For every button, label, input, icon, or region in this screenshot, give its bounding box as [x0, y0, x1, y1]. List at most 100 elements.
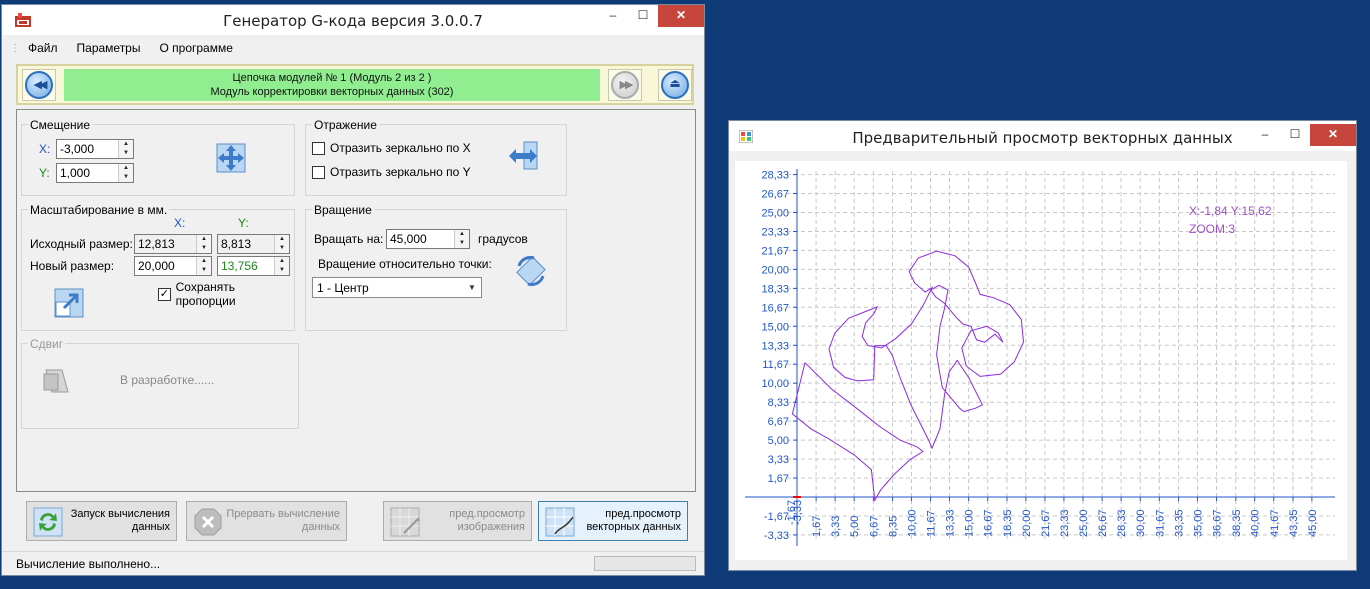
offset-x-label: X: — [39, 142, 51, 156]
mirror-icon[interactable] — [506, 139, 540, 173]
x-tick-label: 16,67 — [983, 509, 995, 537]
menu-file[interactable]: Файл — [28, 41, 58, 55]
new-y-input[interactable]: 13,756 ▲ ▼ — [217, 256, 290, 276]
orig-size-label: Исходный размер: — [30, 237, 133, 251]
orig-y-input[interactable]: 8,813 ▲ ▼ — [217, 234, 290, 254]
zoom-level: ZOOM:3 — [1189, 222, 1236, 236]
mirror-y-box[interactable] — [312, 165, 325, 179]
x-tick-label: 3,33 — [830, 516, 842, 537]
x-tick-label: 1,67 — [811, 516, 823, 537]
module-chain-line1: Цепочка модулей № 1 (Модуль 2 из 2 ) — [232, 72, 432, 84]
offset-x-stepper[interactable]: ▲ ▼ — [118, 140, 133, 158]
main-window: Генератор G-кода версия 3.0.0.7 – ☐ ✕ ⋮ … — [1, 4, 705, 576]
shear-icon — [43, 369, 69, 393]
y-tick-label: 1,67 — [768, 473, 789, 485]
rotate-angle-input[interactable]: 45,000 ▲ ▼ — [386, 229, 470, 249]
cursor-coords: X:-1,84 Y:15,62 — [1189, 204, 1272, 218]
eject-module-button[interactable]: ⏏ — [658, 69, 692, 101]
x-tick-label: 21,67 — [1040, 509, 1052, 537]
module-chain-bar: ◀◀ Цепочка модулей № 1 (Модуль 2 из 2 ) … — [16, 64, 694, 105]
new-y-stepper[interactable]: ▲ ▼ — [274, 257, 289, 275]
stop-calculation-button[interactable]: Прервать вычисление данных — [186, 501, 347, 541]
chevron-down-icon[interactable]: ▼ — [463, 278, 481, 297]
offset-group: Смещение X: -3,000 ▲ ▼ Y: 1,000 ▲ ▼ — [21, 118, 295, 196]
start-calculation-button[interactable]: Запуск вычисления данных — [26, 501, 177, 541]
rotate-point-select[interactable]: 1 - Центр ▼ — [312, 277, 482, 298]
x-tick-label: 11,67 — [926, 510, 938, 537]
y-tick-label: -3,33 — [764, 530, 789, 542]
shift-placeholder: В разработке...... — [120, 373, 215, 387]
y-tick-label: 6,67 — [768, 416, 789, 428]
x-tick-label: 28,33 — [1116, 509, 1128, 537]
menu-about[interactable]: О программе — [159, 41, 232, 55]
menu-grip-icon: ⋮ — [10, 42, 20, 54]
preview-titlebar[interactable]: Предварительный просмотр векторных данны… — [729, 121, 1356, 151]
x-tick-label: 25,00 — [1078, 509, 1090, 537]
x-tick-label: 36,67 — [1212, 509, 1224, 537]
mirror-legend: Отражение — [312, 118, 379, 132]
preview-vector-button[interactable]: пред.просмотр векторных данных — [538, 501, 688, 541]
preview-minimize-button[interactable]: – — [1250, 124, 1280, 146]
offset-y-label: Y: — [39, 166, 50, 180]
x-tick-label: 23,33 — [1059, 509, 1071, 537]
orig-x-stepper[interactable]: ▲ ▼ — [196, 235, 211, 253]
keep-proportions-checkbox[interactable]: ✓ Сохранять пропорции — [158, 280, 294, 308]
prev-module-button[interactable]: ◀◀ — [22, 69, 56, 101]
mirror-x-box[interactable] — [312, 141, 325, 155]
vector-preview-canvas[interactable]: 28,33 26,67 25,00 23,33 21,67 20,00 18,33 16,67… — [735, 161, 1347, 560]
orig-y-stepper[interactable]: ▲ ▼ — [274, 235, 289, 253]
scale-legend: Масштабирование в мм. — [28, 203, 170, 217]
resize-icon[interactable] — [52, 286, 86, 320]
x-tick-label: 13,33 — [945, 509, 957, 537]
vector-plot[interactable]: 28,33 26,67 25,00 23,33 21,67 20,00 18,33 16,67… — [735, 161, 1347, 560]
y-tick-label: 3,33 — [768, 454, 789, 466]
x-tick-label: 38,35 — [1231, 509, 1243, 537]
shift-group: Сдвиг В разработке...... — [21, 337, 299, 429]
orig-x-input[interactable]: 12,813 ▲ ▼ — [134, 234, 212, 254]
rotate-icon[interactable] — [514, 254, 548, 288]
new-size-label: Новый размер: — [30, 259, 115, 273]
mirror-y-checkbox[interactable]: Отразить зеркально по Y — [312, 165, 471, 179]
maximize-button[interactable]: ☐ — [628, 5, 658, 27]
x-tick-label: 41,67 — [1269, 509, 1281, 537]
status-message: Вычисление выполнено... — [16, 557, 161, 571]
y-tick-label: 20,00 — [761, 264, 789, 276]
offset-x-input[interactable]: -3,000 ▲ ▼ — [56, 139, 134, 159]
x-tick-label: 31,67 — [1154, 509, 1166, 537]
offset-legend: Смещение — [28, 118, 93, 132]
preview-image-button[interactable]: пред.просмотр изображения — [383, 501, 532, 541]
x-tick-label: 40,00 — [1250, 509, 1262, 537]
module-chain-info: Цепочка модулей № 1 (Модуль 2 из 2 ) Мод… — [64, 69, 600, 101]
settings-panel: Смещение X: -3,000 ▲ ▼ Y: 1,000 ▲ ▼ Отраже… — [16, 109, 696, 492]
preview-window: Предварительный просмотр векторных данны… — [728, 120, 1357, 571]
minimize-button[interactable]: – — [598, 5, 628, 27]
x-tick-label: 26,67 — [1097, 509, 1109, 537]
main-titlebar[interactable]: Генератор G-кода версия 3.0.0.7 – ☐ ✕ — [2, 5, 704, 35]
y-tick-label: 25,00 — [761, 207, 789, 219]
move-arrows-icon[interactable] — [214, 141, 248, 175]
preview-close-button[interactable]: ✕ — [1310, 124, 1356, 146]
y-tick-label: 21,67 — [761, 245, 789, 257]
new-x-stepper[interactable]: ▲ ▼ — [196, 257, 211, 275]
new-x-input[interactable]: 20,000 ▲ ▼ — [134, 256, 212, 276]
offset-y-input[interactable]: 1,000 ▲ ▼ — [56, 163, 134, 183]
y-tick-label: 18,33 — [761, 283, 789, 295]
rotate-angle-stepper[interactable]: ▲ ▼ — [454, 230, 469, 248]
close-button[interactable]: ✕ — [658, 5, 704, 27]
x-tick-label: 5,00 — [849, 516, 861, 537]
x-tick-label: 6,67 — [868, 516, 880, 537]
progress-bar — [594, 556, 696, 571]
offset-y-stepper[interactable]: ▲ ▼ — [118, 164, 133, 182]
x-tick-label: 20,00 — [1021, 509, 1033, 537]
rotate-by-label: Вращать на: — [314, 232, 384, 246]
menu-parameters[interactable]: Параметры — [77, 41, 141, 55]
y-tick-label: 28,33 — [761, 170, 789, 182]
mirror-x-checkbox[interactable]: Отразить зеркально по X — [312, 141, 471, 155]
x-tick-label: 10,00 — [906, 509, 918, 537]
module-chain-line2: Модуль корректировки векторных данных (3… — [210, 86, 454, 98]
preview-maximize-button[interactable]: ☐ — [1280, 124, 1310, 146]
next-module-button[interactable]: ▶▶ — [608, 69, 642, 101]
rotate-legend: Вращение — [312, 203, 374, 217]
check-mark-icon[interactable]: ✓ — [158, 287, 171, 301]
x-tick-label: 43,35 — [1288, 509, 1300, 537]
